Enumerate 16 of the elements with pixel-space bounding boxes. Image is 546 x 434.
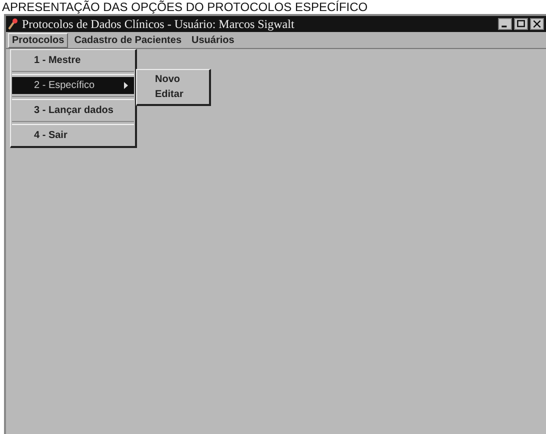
menu-bar-item[interactable]: Cadastro de Pacientes [70, 32, 186, 48]
submenu-arrow-icon [124, 82, 128, 89]
close-icon[interactable] [530, 18, 544, 30]
app-icon [8, 18, 18, 30]
menu-bar-item[interactable]: Protocolos [8, 32, 68, 48]
menu-item[interactable]: 4 - Sair [12, 127, 134, 144]
caption: APRESENTAÇÃO DAS OPÇÕES DO PROTOCOLOS ESPECÍFICO [1, 0, 369, 14]
menu-item[interactable]: Editar [137, 87, 209, 102]
window-title: Protocolos de Dados Clínicos - Usuário: Marcos Sigwalt [22, 16, 294, 32]
menu-bar-item[interactable]: Usuários [188, 32, 238, 48]
menu-item[interactable]: Novo [137, 72, 209, 87]
menu-item[interactable]: 3 - Lançar dados [12, 102, 134, 119]
menu-item[interactable]: 2 - Específico [12, 77, 134, 94]
maximize-icon[interactable] [514, 18, 528, 30]
minimize-icon[interactable] [498, 18, 512, 30]
menu-item[interactable]: 1 - Mestre [12, 52, 134, 69]
